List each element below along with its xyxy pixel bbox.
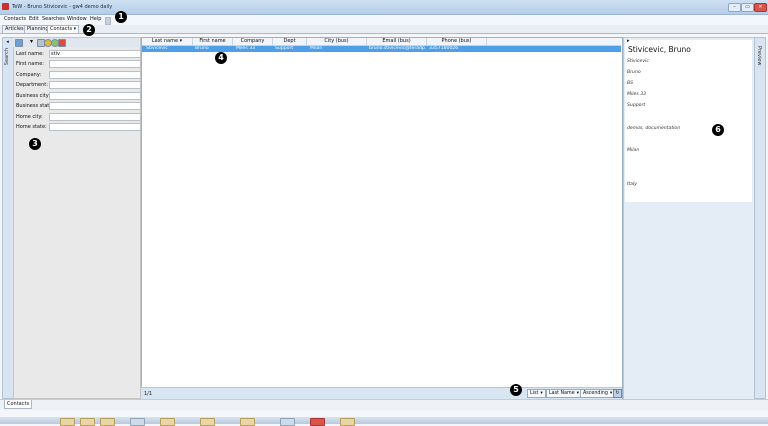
last-name-label: Last name: <box>16 51 44 57</box>
chevron-down-icon: ▾ <box>609 391 613 396</box>
preview-initials: BS <box>627 81 634 86</box>
column-header-dept[interactable]: Dept <box>273 38 307 45</box>
cell-company: Miles 33 <box>236 46 256 51</box>
callout-1: 1 <box>115 11 127 23</box>
preview-company: Miles 33 <box>627 92 647 97</box>
sort-order-select[interactable]: Ascending ▾ <box>580 389 616 398</box>
refresh-icon[interactable]: ↻ <box>613 389 622 398</box>
first-name-label: First name: <box>16 61 44 67</box>
taskbar-app-icon[interactable] <box>340 418 355 426</box>
chevron-down-icon: ▾ <box>540 391 543 396</box>
business-state-input[interactable] <box>49 102 141 110</box>
chevron-down-icon: ▾ <box>576 391 580 396</box>
home-city-input[interactable] <box>49 113 141 121</box>
column-header-phone[interactable]: Phone (bus) <box>427 38 487 45</box>
column-header-label: Last name <box>151 38 179 44</box>
close-button[interactable]: ✕ <box>754 3 767 12</box>
menu-contacts[interactable]: Contacts <box>4 16 26 22</box>
company-label: Company: <box>16 72 42 78</box>
sort-field-select[interactable]: Last Name ▾ <box>546 389 583 398</box>
new-search-icon[interactable] <box>15 39 23 47</box>
result-count: 1/1 <box>144 391 153 397</box>
os-taskbar <box>0 417 768 424</box>
taskbar-app-icon[interactable] <box>200 418 215 426</box>
perspective-tab-bar <box>0 25 768 34</box>
tab-contacts[interactable]: Contacts ▾ <box>47 25 80 33</box>
delete-icon[interactable] <box>58 39 66 47</box>
department-label: Department: <box>16 82 48 88</box>
business-city-label: Business city: <box>16 93 51 99</box>
callout-5: 5 <box>510 384 522 396</box>
preview-title: Stivicevic, Bruno <box>628 45 691 54</box>
column-header-first-name[interactable]: First name <box>193 38 233 45</box>
sort-field-value: Last Name <box>549 391 575 396</box>
taskbar-app-icon[interactable] <box>60 418 75 426</box>
preview-last-name: Stivicevic <box>627 59 649 64</box>
search-toolbar: ▾ <box>13 38 139 47</box>
home-state-input[interactable] <box>49 123 141 131</box>
collapse-left-icon[interactable]: ◂ <box>4 39 11 45</box>
taskbar-app-icon[interactable] <box>310 418 325 426</box>
cell-email: bruno.stivicevic@teradp.c <box>369 46 426 51</box>
preview-notes: demos, documentation <box>627 126 681 131</box>
search-strip-label: Search <box>4 48 10 66</box>
chevron-down-icon[interactable]: ▾ <box>30 38 33 45</box>
tab-articles[interactable]: Articles <box>2 25 27 33</box>
menu-searches[interactable]: Searches <box>42 16 65 22</box>
minimize-button[interactable]: – <box>728 3 741 12</box>
cell-city: Milan <box>310 46 323 51</box>
chevron-down-icon[interactable]: ▾ <box>74 26 77 32</box>
callout-4: 4 <box>215 52 227 64</box>
taskbar-app-icon[interactable] <box>130 418 145 426</box>
preview-strip-label: Preview <box>756 46 762 66</box>
view-mode-value: List <box>530 391 539 396</box>
taskbar-app-icon[interactable] <box>240 418 255 426</box>
view-mode-select[interactable]: List ▾ <box>527 389 546 398</box>
preview-side-strip: Preview <box>754 37 766 399</box>
taskbar-app-icon[interactable] <box>160 418 175 426</box>
taskbar-app-icon[interactable] <box>280 418 295 426</box>
cell-first-name: Bruno <box>195 46 209 51</box>
callout-6: 6 <box>712 124 724 136</box>
company-input[interactable] <box>49 71 141 79</box>
window-title: TeW - Bruno Stivicevic - gw4 demo daily <box>12 4 113 10</box>
menu-grip-handle[interactable] <box>105 17 111 25</box>
collapse-preview-icon[interactable]: ▸ <box>627 38 630 44</box>
home-state-label: Home state: <box>16 124 47 130</box>
cell-last-name: Stivicevic <box>146 46 168 51</box>
column-header-company[interactable]: Company <box>233 38 273 45</box>
sort-desc-icon: ▾ <box>179 38 183 44</box>
menu-help[interactable]: Help <box>90 16 101 22</box>
cell-dept: Support <box>275 46 294 51</box>
bottom-tab-bar <box>0 399 768 410</box>
tab-contacts-bottom[interactable]: Contacts <box>4 400 33 409</box>
last-name-input[interactable]: stiv <box>49 50 141 58</box>
callout-2: 2 <box>83 24 95 36</box>
first-name-input[interactable] <box>49 60 141 68</box>
maximize-button[interactable]: ▭ <box>741 3 754 12</box>
callout-3: 3 <box>29 138 41 150</box>
column-header-last-name[interactable]: Last name ▾ <box>142 38 193 45</box>
preview-country: Italy <box>627 182 637 187</box>
menu-window[interactable]: Window <box>67 16 87 22</box>
taskbar-app-icon[interactable] <box>80 418 95 426</box>
column-header-email[interactable]: Email (bus) <box>367 38 427 45</box>
preview-first-name: Bruno <box>627 70 641 75</box>
app-icon <box>2 3 9 10</box>
department-input[interactable] <box>49 81 141 89</box>
preview-city: Milan <box>627 148 640 153</box>
sort-order-value: Ascending <box>583 391 608 396</box>
cell-phone: 3357180026 <box>429 46 459 51</box>
preview-dept: Support <box>627 103 646 108</box>
contacts-list-panel <box>141 37 623 400</box>
taskbar-app-icon[interactable] <box>100 418 115 426</box>
column-header-city[interactable]: City (bus) <box>307 38 367 45</box>
preview-card <box>625 40 752 202</box>
menu-edit[interactable]: Edit <box>29 16 39 22</box>
tab-contacts-label: Contacts <box>50 26 73 32</box>
home-city-label: Home city: <box>16 114 43 120</box>
business-city-input[interactable] <box>49 92 141 100</box>
